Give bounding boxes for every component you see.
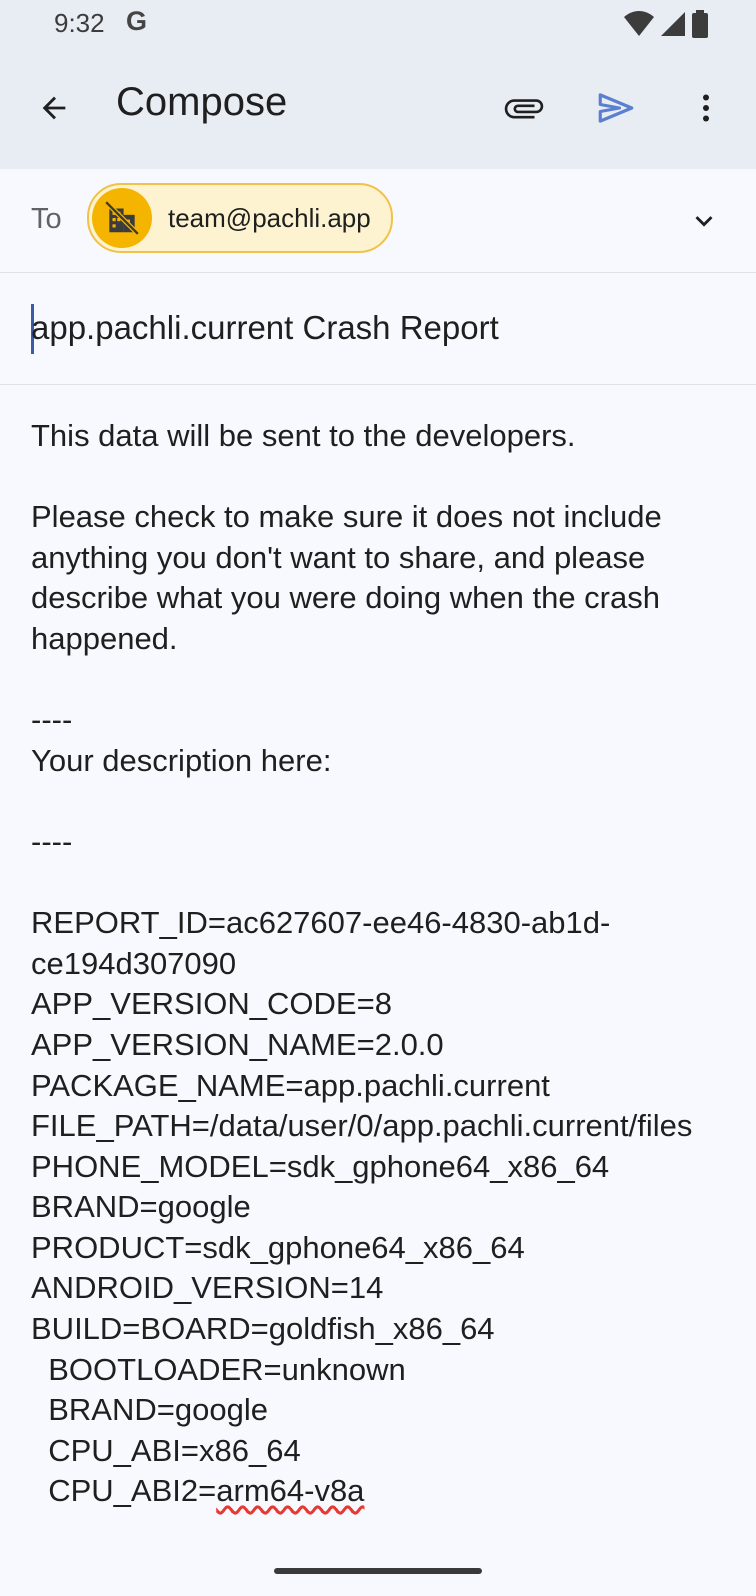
page-title: Compose xyxy=(116,80,288,124)
paperclip-icon xyxy=(504,99,544,119)
back-button[interactable] xyxy=(30,84,78,132)
arrow-back-icon xyxy=(42,96,66,120)
wifi-icon xyxy=(624,11,654,36)
status-bar: 9:32 G xyxy=(0,0,756,50)
subject-field[interactable]: app.pachli.current Crash Report xyxy=(0,273,756,385)
message-body-field[interactable]: This data will be sent to the developers… xyxy=(31,416,731,1512)
body-last-line-prefix: CPU_ABI2= xyxy=(31,1473,217,1509)
cellular-signal-icon xyxy=(661,12,685,36)
status-icons xyxy=(624,10,708,38)
recipient-chip[interactable]: team@pachli.app xyxy=(87,183,393,253)
recipient-email: team@pachli.app xyxy=(168,202,371,233)
expand-recipients-button[interactable] xyxy=(682,199,726,243)
send-icon xyxy=(598,93,634,123)
body-content: This data will be sent to the developers… xyxy=(31,418,693,1468)
to-row: To team@pachli.app xyxy=(0,169,756,273)
battery-icon xyxy=(692,10,708,38)
chevron-down-icon xyxy=(695,216,713,227)
domain-disabled-icon xyxy=(104,200,140,236)
avatar xyxy=(92,188,152,248)
more-vert-icon xyxy=(703,94,709,122)
gesture-navigation-bar[interactable] xyxy=(274,1568,482,1574)
more-options-button[interactable] xyxy=(682,84,730,132)
send-button[interactable] xyxy=(592,84,640,132)
subject-value: app.pachli.current Crash Report xyxy=(31,309,499,346)
attach-button[interactable] xyxy=(500,84,548,132)
misspelled-word: arm64-v8a xyxy=(216,1473,365,1509)
app-bar: Compose xyxy=(0,50,756,169)
compose-screen: 9:32 G Compose To team@pachli.app app.pa… xyxy=(0,0,756,1596)
to-label: To xyxy=(31,203,62,235)
status-time: 9:32 xyxy=(54,8,105,38)
google-g-icon: G xyxy=(126,6,148,36)
